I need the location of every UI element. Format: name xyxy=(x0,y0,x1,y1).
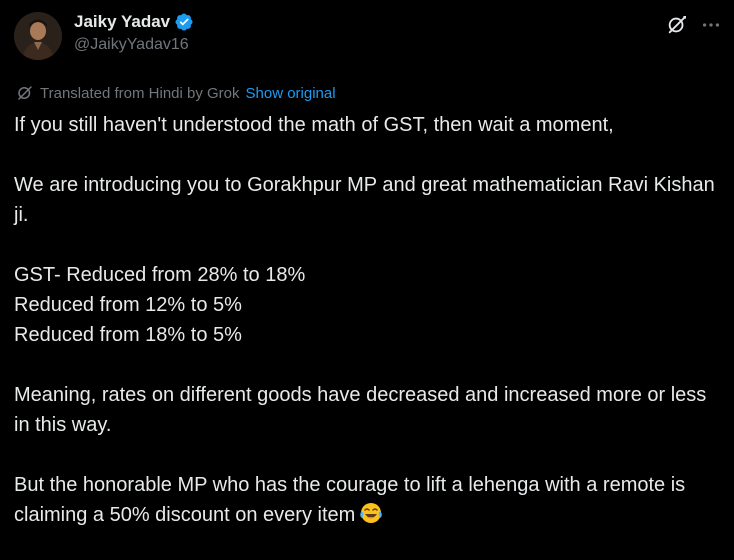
more-options-button[interactable] xyxy=(698,12,724,38)
post-card: Jaiky Yadav @JaikyYadav16 Translated fro… xyxy=(0,0,734,532)
post-paragraph-1: If you still haven't understood the math… xyxy=(14,114,614,136)
post-paragraph-5: But the honorable MP who has the courage… xyxy=(14,470,719,530)
gst-line-1: GST- Reduced from 28% to 18% xyxy=(14,264,306,286)
author-handle[interactable]: @JaikyYadav16 xyxy=(74,36,194,54)
gst-line-2: Reduced from 12% to 5% xyxy=(14,294,242,316)
show-original-link[interactable]: Show original xyxy=(246,85,336,102)
author-avatar[interactable] xyxy=(14,12,62,60)
author-info: Jaiky Yadav @JaikyYadav16 xyxy=(74,11,194,54)
display-name-row: Jaiky Yadav xyxy=(74,11,194,33)
grok-icon xyxy=(668,16,686,34)
post-paragraph-2: We are introducing you to Gorakhpur MP a… xyxy=(14,174,721,226)
translation-notice: Translated from Hindi by Grok Show origi… xyxy=(16,82,336,104)
author-display-name[interactable]: Jaiky Yadav xyxy=(74,12,170,32)
post-paragraph-3: GST- Reduced from 28% to 18% Reduced from… xyxy=(14,260,719,350)
more-horizontal-icon xyxy=(702,23,720,27)
grok-small-icon xyxy=(16,84,34,102)
grok-button[interactable] xyxy=(664,12,690,38)
post-paragraph-5-text: But the honorable MP who has the courage… xyxy=(14,474,691,526)
verified-badge-icon xyxy=(174,12,194,32)
avatar-photo-icon xyxy=(14,12,62,60)
post-paragraph-4: Meaning, rates on different goods have d… xyxy=(14,384,712,436)
translation-notice-text: Translated from Hindi by Grok xyxy=(40,84,240,102)
laughing-tears-emoji-icon xyxy=(359,501,383,525)
gst-line-3: Reduced from 18% to 5% xyxy=(14,324,242,346)
post-body: If you still haven't understood the math… xyxy=(14,110,719,560)
